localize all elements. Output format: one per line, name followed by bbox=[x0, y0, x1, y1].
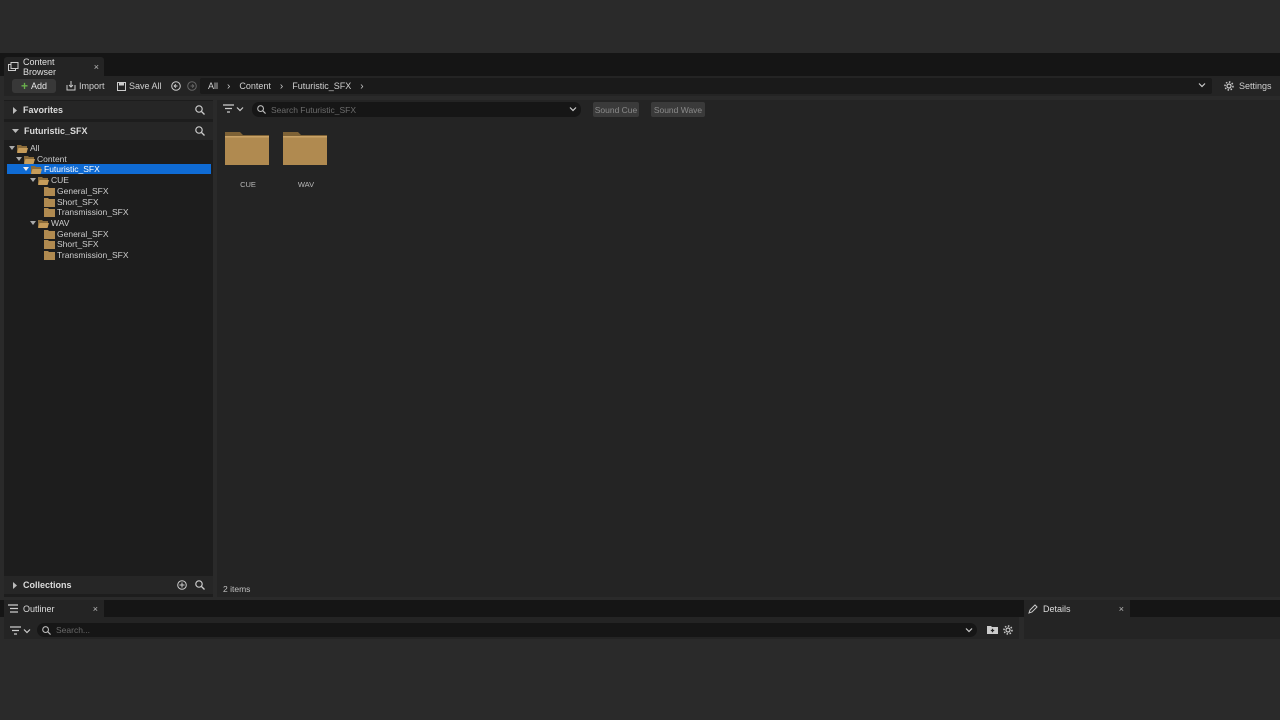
filter-icon bbox=[10, 626, 21, 635]
filter-icon bbox=[223, 104, 234, 113]
save-icon bbox=[117, 81, 126, 91]
breadcrumb-futuristic-sfx[interactable]: Futuristic_SFX bbox=[292, 81, 351, 91]
chevron-right-icon[interactable]: › bbox=[227, 81, 230, 92]
chevron-down-icon bbox=[23, 166, 29, 171]
tab-details[interactable]: Details × bbox=[1024, 600, 1130, 617]
tree-item-cue-short-sfx[interactable]: Short_SFX bbox=[44, 197, 99, 207]
chevron-right-icon bbox=[13, 106, 17, 114]
outliner-filter-dropdown[interactable] bbox=[10, 626, 31, 635]
tree-item-wav[interactable]: WAV bbox=[30, 218, 69, 228]
folder-label-wav: WAV bbox=[297, 180, 315, 189]
folder-tile-cue[interactable] bbox=[224, 130, 272, 166]
tree-item-wav-general-sfx[interactable]: General_SFX bbox=[44, 229, 109, 239]
chevron-right-icon[interactable]: › bbox=[360, 81, 363, 92]
close-icon[interactable]: × bbox=[93, 604, 98, 614]
folder-icon bbox=[44, 239, 55, 249]
search-icon[interactable] bbox=[195, 126, 205, 136]
filter-chip-sound-wave[interactable]: Sound Wave bbox=[651, 102, 705, 117]
chevron-down-icon bbox=[23, 628, 31, 633]
folder-open-icon bbox=[38, 176, 49, 185]
project-header[interactable]: Futuristic_SFX bbox=[4, 122, 213, 140]
folder-tile-wav[interactable] bbox=[282, 130, 330, 166]
folder-label-cue: CUE bbox=[240, 180, 256, 189]
tree-item-futuristic-sfx[interactable]: Futuristic_SFX bbox=[23, 164, 100, 174]
breadcrumb: All › Content › Futuristic_SFX › bbox=[200, 78, 1212, 94]
folder-open-icon bbox=[24, 155, 35, 164]
forward-button[interactable] bbox=[187, 79, 197, 93]
folder-open-icon bbox=[17, 144, 28, 153]
close-icon[interactable]: × bbox=[1119, 604, 1124, 614]
breadcrumb-history-dropdown[interactable] bbox=[1198, 81, 1206, 89]
save-all-button[interactable]: Save All bbox=[117, 79, 162, 93]
content-browser-icon bbox=[8, 61, 19, 72]
asset-search-input[interactable]: Search Futuristic_SFX bbox=[252, 102, 581, 117]
search-icon bbox=[257, 105, 266, 114]
search-icon[interactable] bbox=[195, 105, 205, 115]
top-tab-bar bbox=[0, 53, 1280, 76]
search-history-dropdown[interactable] bbox=[569, 105, 577, 113]
new-folder-icon[interactable] bbox=[987, 625, 998, 635]
import-icon bbox=[66, 81, 76, 91]
tree-item-cue-general-sfx[interactable]: General_SFX bbox=[44, 186, 109, 196]
tree-item-content[interactable]: Content bbox=[16, 154, 67, 164]
tab-outliner[interactable]: Outliner × bbox=[4, 600, 104, 617]
filter-chip-sound-cue[interactable]: Sound Cue bbox=[593, 102, 639, 117]
chevron-down-icon bbox=[30, 177, 36, 182]
folder-open-icon bbox=[38, 219, 49, 228]
chevron-down-icon bbox=[16, 156, 22, 161]
folder-icon bbox=[44, 207, 55, 217]
gear-icon bbox=[1224, 81, 1234, 91]
chevron-down-icon bbox=[30, 220, 36, 225]
search-placeholder: Search Futuristic_SFX bbox=[271, 104, 357, 115]
folder-icon bbox=[283, 132, 327, 165]
item-count: 2 items bbox=[223, 584, 251, 594]
import-button[interactable]: Import bbox=[66, 79, 105, 93]
forward-arrow-icon bbox=[187, 81, 197, 91]
outliner-icon bbox=[8, 604, 18, 613]
tab-content-browser[interactable]: Content Browser × bbox=[4, 56, 104, 77]
breadcrumb-all[interactable]: All bbox=[208, 81, 218, 91]
tree-item-cue-transmission-sfx[interactable]: Transmission_SFX bbox=[44, 207, 128, 217]
chevron-right-icon bbox=[13, 581, 17, 589]
chevron-down-icon bbox=[1198, 83, 1206, 88]
pencil-icon bbox=[1028, 603, 1038, 614]
chevron-down-icon bbox=[9, 145, 15, 150]
breadcrumb-content[interactable]: Content bbox=[239, 81, 271, 91]
plus-icon: + bbox=[20, 79, 28, 93]
collections-header[interactable]: Collections bbox=[4, 576, 213, 594]
tab-label: Content Browser bbox=[23, 56, 57, 77]
tree-item-all[interactable]: All bbox=[9, 143, 39, 153]
folder-icon bbox=[44, 186, 55, 196]
chevron-right-icon[interactable]: › bbox=[280, 81, 283, 92]
asset-view bbox=[217, 100, 1280, 597]
search-history-dropdown[interactable] bbox=[965, 626, 973, 634]
chevron-down-icon bbox=[965, 628, 973, 633]
chevron-down-icon bbox=[12, 129, 19, 133]
gear-icon[interactable] bbox=[1003, 625, 1013, 635]
tree-item-wav-short-sfx[interactable]: Short_SFX bbox=[44, 239, 99, 249]
filter-dropdown[interactable] bbox=[223, 104, 244, 113]
details-panel bbox=[1024, 617, 1280, 639]
add-button[interactable]: + Add bbox=[12, 79, 56, 93]
tree-item-cue[interactable]: CUE bbox=[30, 175, 69, 185]
close-icon[interactable]: × bbox=[94, 62, 99, 72]
folder-icon bbox=[44, 197, 55, 207]
folder-open-icon bbox=[31, 165, 42, 174]
search-icon bbox=[42, 625, 51, 635]
folder-icon bbox=[44, 250, 55, 260]
favorites-header[interactable]: Favorites bbox=[4, 101, 213, 119]
folder-icon bbox=[225, 132, 269, 165]
back-button[interactable] bbox=[171, 79, 181, 93]
folder-icon bbox=[44, 229, 55, 239]
back-arrow-icon bbox=[171, 81, 181, 91]
search-icon[interactable] bbox=[195, 580, 205, 590]
add-collection-icon[interactable] bbox=[177, 580, 187, 590]
outliner-search-input[interactable]: Search... bbox=[37, 623, 977, 637]
settings-button[interactable]: Settings bbox=[1224, 79, 1272, 93]
chevron-down-icon bbox=[569, 107, 577, 112]
search-placeholder: Search... bbox=[56, 625, 91, 635]
tree-item-wav-transmission-sfx[interactable]: Transmission_SFX bbox=[44, 250, 128, 260]
chevron-down-icon bbox=[236, 106, 244, 111]
